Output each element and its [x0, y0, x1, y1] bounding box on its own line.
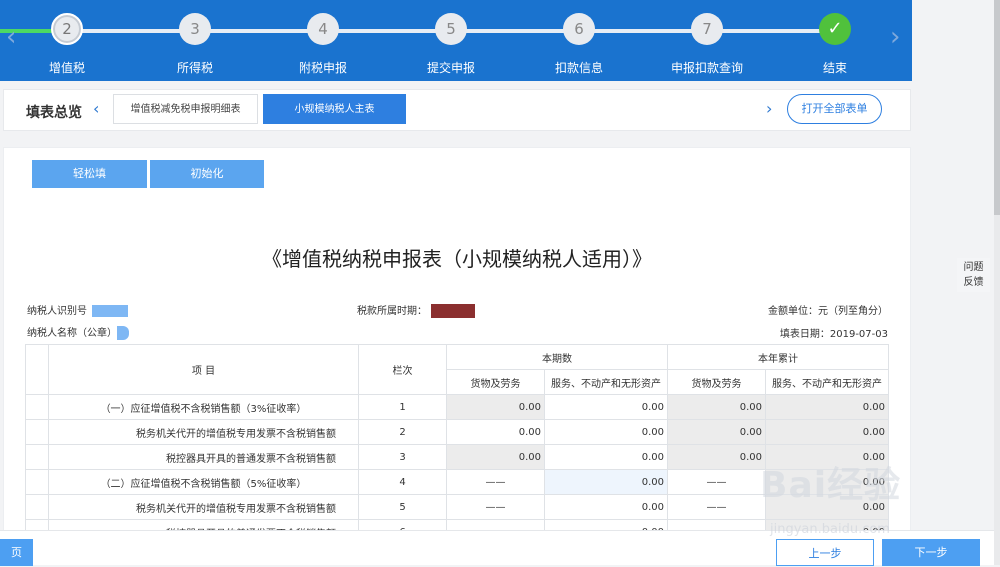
feedback-line: 问题: [963, 262, 984, 273]
step-progress-bar: ‹ › 2 增值税 3 所得税 4 附税申报 5 提交申报 6 扣款信息 7 申…: [0, 0, 912, 81]
header-goods: 货物及劳务: [446, 369, 545, 395]
step-finish[interactable]: ✓ 结束: [780, 13, 890, 76]
chevron-left-icon[interactable]: ‹: [93, 99, 99, 118]
tab-small-scale-main[interactable]: 小规模纳税人主表: [263, 94, 406, 124]
cell-value: 0.00: [667, 394, 766, 420]
redacted-mark: [431, 304, 475, 318]
row-number: 2: [358, 419, 447, 445]
step-vat[interactable]: 2 增值税: [12, 13, 122, 76]
cell-value: 0.00: [667, 419, 766, 445]
row-item-label: （一）应征增值税不含税销售额（3%征收率）: [48, 394, 359, 420]
cell-value[interactable]: 0.00: [446, 419, 545, 445]
cell-value[interactable]: 0.00: [544, 494, 668, 520]
cell-value: ——: [446, 494, 545, 520]
easy-fill-button[interactable]: 轻松填: [32, 160, 147, 188]
step-label: 附税申报: [298, 61, 347, 75]
step-income-tax[interactable]: 3 所得税: [140, 13, 250, 76]
check-icon: ✓: [819, 13, 851, 45]
step-number: 4: [307, 13, 339, 45]
cell-value[interactable]: 0.00: [544, 469, 668, 495]
chevron-right-icon[interactable]: ›: [890, 22, 900, 52]
initialize-button[interactable]: 初始化: [150, 160, 264, 188]
declaration-table: 项 目 栏次 本期数 本年累计 货物及劳务 服务、不动产和无形资产 货物及劳务 …: [25, 344, 889, 545]
previous-step-button[interactable]: 上一步: [776, 539, 874, 566]
cell-value: 0.00: [446, 444, 545, 470]
table-header-row: 项 目 栏次 本期数 本年累计: [25, 344, 889, 395]
table-side-cell: [25, 394, 49, 420]
step-label: 增值税: [48, 61, 85, 75]
table-side-cell: [25, 494, 49, 520]
step-deduction-info[interactable]: 6 扣款信息: [524, 13, 634, 76]
open-all-forms-button[interactable]: 打开全部表单: [787, 94, 882, 124]
table-row: （一）应征增值税不含税销售额（3%征收率） 1 0.00 0.00 0.00 0…: [25, 394, 889, 420]
footer-left-button[interactable]: 页: [0, 539, 33, 566]
step-number: 7: [691, 13, 723, 45]
step-number: 5: [435, 13, 467, 45]
row-item-label: 税务机关代开的增值税专用发票不含税销售额: [48, 419, 359, 445]
taxpayer-name-label: 纳税人名称（公章）: [27, 328, 117, 339]
step-query[interactable]: 7 申报扣款查询: [652, 13, 762, 76]
amount-unit: 金额单位：元（列至角分）: [768, 306, 888, 317]
cell-value: 0.00: [765, 419, 889, 445]
step-number: 2: [51, 13, 83, 45]
cell-value: ——: [446, 469, 545, 495]
cell-value: 0.00: [446, 394, 545, 420]
cell-value: 0.00: [667, 444, 766, 470]
tax-period-row: 税款所属时期：: [357, 302, 475, 318]
row-number: 5: [358, 494, 447, 520]
taxpayer-id-row: 纳税人识别号: [27, 302, 128, 317]
redacted-mark: [117, 326, 129, 340]
row-item-label: 税务机关代开的增值税专用发票不含税销售额: [48, 494, 359, 520]
row-number: 4: [358, 469, 447, 495]
step-label: 所得税: [176, 61, 213, 75]
chevron-right-icon[interactable]: ›: [766, 99, 772, 118]
overview-title: 填表总览: [26, 105, 82, 121]
step-submit[interactable]: 5 提交申报: [396, 13, 506, 76]
header-services: 服务、不动产和无形资产: [544, 369, 668, 395]
row-number: 1: [358, 394, 447, 420]
cell-value[interactable]: 0.00: [544, 394, 668, 420]
step-number: 3: [179, 13, 211, 45]
header-item: 项 目: [48, 344, 359, 395]
table-side-cell: [25, 444, 49, 470]
header-goods: 货物及劳务: [667, 369, 766, 395]
taxpayer-name-row: 纳税人名称（公章）: [27, 324, 129, 340]
step-label: 扣款信息: [554, 61, 603, 75]
feedback-line: 反馈: [963, 277, 984, 288]
step-label: 申报扣款查询: [670, 61, 743, 75]
tab-vat-reduction-detail[interactable]: 增值税减免税申报明细表: [113, 94, 258, 124]
tax-period-label: 税款所属时期：: [357, 306, 427, 317]
step-surtax[interactable]: 4 附税申报: [268, 13, 378, 76]
header-current-period: 本期数: [446, 344, 668, 370]
redacted-mark: [92, 305, 128, 317]
step-label: 结束: [822, 61, 847, 75]
taxpayer-id-label: 纳税人识别号: [27, 306, 87, 317]
row-item-label: （二）应征增值税不含税销售额（5%征收率）: [48, 469, 359, 495]
fill-date: 填表日期：2019-07-03: [779, 329, 888, 340]
step-label: 提交申报: [426, 61, 475, 75]
watermark-url: jingyan.baidu.com: [770, 522, 890, 537]
header-year-to-date: 本年累计: [667, 344, 889, 370]
form-tab-strip: 填表总览 ‹ 增值税减免税申报明细表 小规模纳税人主表 › 打开全部表单: [3, 89, 911, 131]
row-item-label: 税控器具开具的普通发票不含税销售额: [48, 444, 359, 470]
cell-value: ——: [667, 494, 766, 520]
table-side-cell: [25, 419, 49, 445]
table-side-cell: [25, 469, 49, 495]
cell-value[interactable]: 0.00: [544, 419, 668, 445]
cell-value: ——: [667, 469, 766, 495]
row-number: 3: [358, 444, 447, 470]
form-title: 《增值税纳税申报表（小规模纳税人适用）》: [262, 247, 652, 271]
watermark-logo: Bai经验: [760, 465, 902, 506]
next-step-button[interactable]: 下一步: [882, 539, 980, 566]
scrollbar-thumb[interactable]: [994, 0, 1000, 215]
step-number: 6: [563, 13, 595, 45]
table-side-cell: [25, 344, 49, 395]
cell-value: 0.00: [765, 394, 889, 420]
feedback-button[interactable]: 问题 反馈: [957, 258, 990, 292]
header-services: 服务、不动产和无形资产: [765, 369, 889, 395]
cell-value[interactable]: 0.00: [544, 444, 668, 470]
table-row: 税务机关代开的增值税专用发票不含税销售额 2 0.00 0.00 0.00 0.…: [25, 419, 889, 445]
header-column-no: 栏次: [358, 344, 447, 395]
